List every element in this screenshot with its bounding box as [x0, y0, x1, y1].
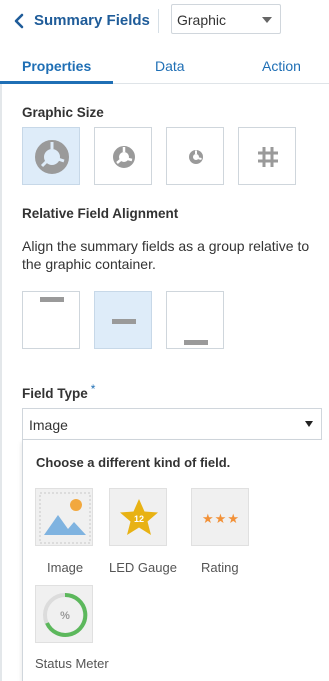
- popup-title: Choose a different kind of field.: [36, 455, 231, 470]
- graphic-size-small-option[interactable]: [166, 127, 224, 185]
- panel-header: Summary Fields Graphic: [0, 0, 329, 43]
- align-top-option[interactable]: [22, 291, 80, 349]
- field-option-status-meter-label: Status Meter: [35, 656, 109, 671]
- grid-icon: [258, 147, 278, 167]
- field-option-image-label: Image: [47, 560, 84, 575]
- rating-stars-text: ★★★: [202, 512, 240, 527]
- graphic-size-large-option[interactable]: [22, 127, 80, 185]
- graphic-size-grid-option[interactable]: [238, 127, 296, 185]
- status-meter-icon: %: [43, 592, 88, 637]
- panel-title[interactable]: Summary Fields: [34, 12, 150, 29]
- chevron-down-icon: [262, 17, 272, 23]
- tab-data[interactable]: Data: [155, 58, 185, 74]
- field-option-led-gauge[interactable]: 12: [109, 488, 167, 546]
- field-option-image[interactable]: [35, 488, 93, 546]
- tab-bar: Properties Data Action: [0, 43, 329, 84]
- visualization-type-value: Graphic: [177, 12, 227, 28]
- field-type-value: Image: [29, 417, 68, 433]
- field-option-rating-label: Rating: [201, 560, 239, 575]
- graphic-size-label: Graphic Size: [22, 105, 104, 120]
- field-type-popup: Choose a different kind of field. Image …: [22, 440, 329, 681]
- align-bottom-option[interactable]: [166, 291, 224, 349]
- large-ring-icon: [35, 140, 69, 174]
- field-type-label-text: Field Type: [22, 386, 88, 401]
- image-icon: [39, 492, 91, 544]
- align-middle-icon: [112, 319, 136, 324]
- align-middle-option[interactable]: [94, 291, 152, 349]
- required-indicator: *: [90, 382, 96, 396]
- panel-left-border: [0, 84, 2, 681]
- gauge-value-text: 12: [134, 514, 144, 524]
- star-gauge-icon: 12: [120, 499, 158, 535]
- align-bottom-icon: [184, 340, 208, 345]
- field-option-led-gauge-label: LED Gauge: [109, 560, 177, 575]
- alignment-label: Relative Field Alignment: [22, 206, 179, 221]
- dropdown-arrow-icon: [305, 421, 313, 427]
- graphic-size-medium-option[interactable]: [94, 127, 152, 185]
- active-tab-indicator: [0, 81, 113, 84]
- meter-percent-text: %: [60, 610, 70, 622]
- rating-stars-icon: ★★★: [202, 512, 240, 527]
- tab-properties[interactable]: Properties: [22, 58, 91, 74]
- field-option-rating[interactable]: ★★★: [191, 488, 249, 546]
- align-top-icon: [40, 297, 64, 302]
- visualization-type-select[interactable]: Graphic: [171, 4, 281, 34]
- medium-ring-icon: [113, 146, 135, 168]
- small-ring-icon: [189, 150, 203, 164]
- alignment-description: Align the summary fields as a group rela…: [22, 238, 310, 272]
- tab-action[interactable]: Action: [262, 58, 301, 74]
- back-chevron-icon[interactable]: [12, 13, 26, 29]
- field-option-status-meter[interactable]: %: [35, 585, 93, 643]
- field-type-select[interactable]: Image: [22, 408, 322, 440]
- header-divider: [158, 9, 159, 33]
- field-type-label: Field Type *: [22, 382, 95, 401]
